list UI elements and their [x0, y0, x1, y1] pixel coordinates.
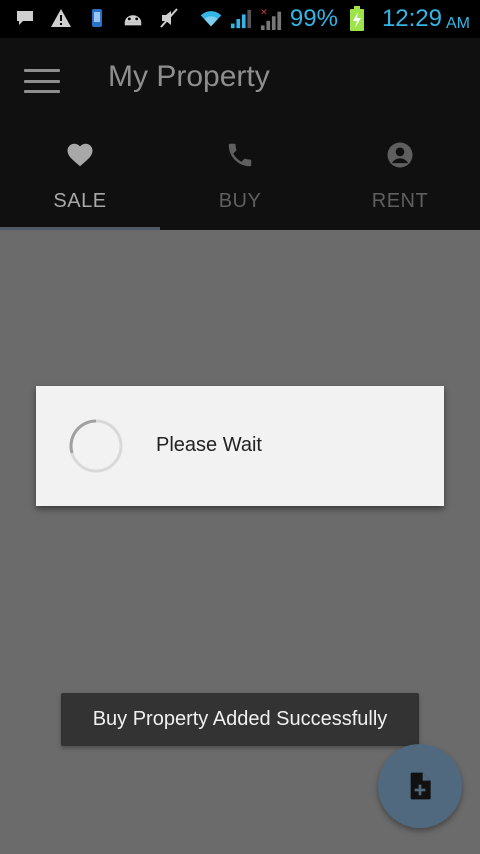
- page-title: My Property: [108, 60, 270, 93]
- dialog-message: Please Wait: [156, 434, 262, 456]
- clock: 12:29 AM: [382, 5, 470, 33]
- tab-sale[interactable]: SALE: [0, 128, 160, 230]
- status-bar-notifications: [14, 8, 180, 28]
- tab-rent-label: RENT: [371, 190, 429, 212]
- tab-buy-label: BUY: [218, 190, 262, 212]
- phone-call-icon: [225, 140, 255, 170]
- progress-dialog: Please Wait: [36, 386, 444, 506]
- clock-time: 12:29: [381, 5, 442, 32]
- menu-button[interactable]: [24, 66, 60, 96]
- mute-icon: [158, 8, 180, 28]
- tab-sale-label: SALE: [53, 190, 107, 212]
- menu-icon: [24, 69, 60, 72]
- signal-noservice-icon: ×: [260, 6, 282, 30]
- status-bar: × 99% 12:29 AM: [0, 0, 480, 38]
- android-icon: [122, 8, 144, 28]
- battery-percent: 99%: [289, 5, 338, 32]
- loading-spinner-icon: [68, 418, 124, 474]
- tab-bar: SALE BUY RENT: [0, 128, 480, 230]
- toast: Buy Property Added Successfully: [61, 693, 419, 746]
- phone-icon: [86, 8, 108, 28]
- tab-rent[interactable]: RENT: [320, 128, 480, 230]
- toast-message: Buy Property Added Successfully: [92, 708, 388, 730]
- add-document-icon: [410, 772, 431, 800]
- clock-ampm: AM: [446, 15, 470, 32]
- tab-buy[interactable]: BUY: [160, 128, 320, 230]
- svg-text:×: ×: [260, 6, 268, 17]
- app-bar: My Property SALE BUY RENT: [0, 38, 480, 230]
- message-icon: [14, 8, 36, 28]
- wifi-icon: [200, 9, 222, 29]
- battery-charging-icon: [346, 6, 368, 31]
- heart-icon: [65, 140, 95, 170]
- person-icon: [385, 140, 415, 170]
- signal-icon: [230, 9, 252, 29]
- add-property-fab-button[interactable]: [378, 744, 462, 828]
- tab-indicator: [0, 227, 160, 230]
- status-bar-system: × 99% 12:29 AM: [200, 0, 470, 38]
- warning-icon: [50, 8, 72, 28]
